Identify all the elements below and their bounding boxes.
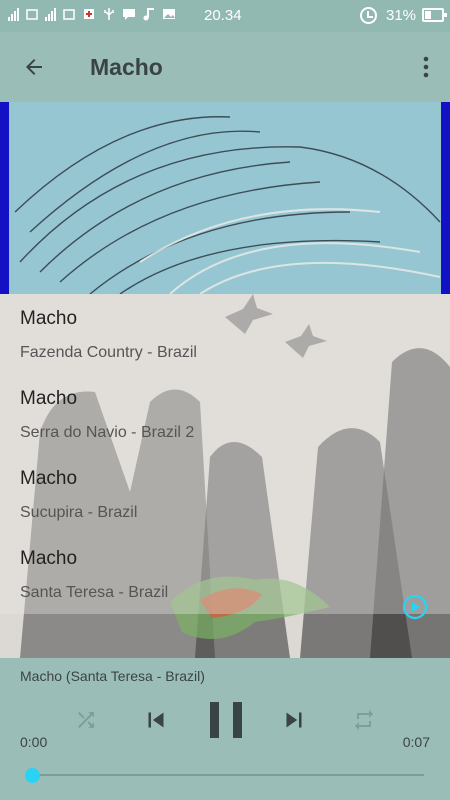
next-button[interactable] — [276, 702, 312, 738]
play-circle-icon[interactable] — [402, 594, 428, 620]
track-subtitle: Sucupira - Brazil — [20, 504, 138, 521]
seek-thumb[interactable] — [25, 768, 40, 783]
back-button[interactable] — [16, 49, 52, 85]
repeat-icon — [355, 710, 373, 730]
overflow-menu-button[interactable] — [414, 49, 438, 85]
pause-icon — [210, 702, 242, 738]
music-note-icon — [143, 8, 154, 21]
arrow-back-icon — [26, 59, 42, 75]
app-bar: Macho — [0, 32, 450, 102]
elapsed-time: 0:00 — [20, 734, 48, 750]
notification-icons — [8, 7, 176, 21]
track-title: Macho — [20, 388, 78, 409]
pause-button[interactable] — [204, 696, 248, 744]
skip-previous-icon — [148, 712, 164, 728]
track-title: Macho — [20, 308, 78, 329]
track-title: Macho — [20, 548, 78, 569]
seek-bar[interactable] — [32, 774, 424, 776]
chat-icon — [123, 9, 135, 20]
image-icon — [163, 9, 175, 19]
track-title: Macho — [20, 468, 78, 489]
mail-icon — [63, 9, 75, 20]
list-item[interactable]: Macho Serra do Navio - Brazil 2 — [0, 374, 450, 454]
total-duration: 0:07 — [402, 734, 430, 750]
signal-icon — [45, 7, 56, 21]
mail-icon — [26, 9, 38, 20]
shuffle-button[interactable] — [70, 704, 102, 736]
track-subtitle: Santa Teresa - Brazil — [20, 584, 169, 601]
page-title: Macho — [90, 54, 163, 80]
skip-next-icon — [286, 712, 302, 728]
signal-icon — [8, 7, 19, 21]
more-vert-icon — [423, 56, 429, 78]
list-item[interactable]: Macho Fazenda Country - Brazil — [0, 294, 450, 374]
track-list: Macho Fazenda Country - Brazil Macho Ser… — [0, 294, 450, 620]
status-bar: 20.34 31% — [0, 0, 450, 32]
cross-icon — [84, 9, 94, 19]
player-bar: Macho (Santa Teresa - Brazil) 0:00 0:07 — [0, 658, 450, 800]
repeat-button[interactable] — [348, 704, 380, 736]
list-item[interactable]: Macho Santa Teresa - Brazil — [0, 534, 450, 620]
album-art-header — [0, 102, 450, 294]
battery-percentage: 31% — [386, 7, 417, 24]
usb-icon — [104, 8, 114, 20]
status-time: 20.34 — [204, 7, 242, 24]
track-subtitle: Fazenda Country - Brazil — [20, 344, 197, 361]
battery-icon — [422, 8, 447, 22]
previous-button[interactable] — [138, 702, 174, 738]
now-playing-title: Macho (Santa Teresa - Brazil) — [20, 668, 205, 684]
shuffle-icon — [78, 712, 94, 728]
content-area: Macho Fazenda Country - Brazil Macho Ser… — [0, 102, 450, 658]
list-item[interactable]: Macho Sucupira - Brazil — [0, 454, 450, 534]
track-subtitle: Serra do Navio - Brazil 2 — [20, 424, 195, 441]
alarm-icon — [360, 7, 377, 24]
